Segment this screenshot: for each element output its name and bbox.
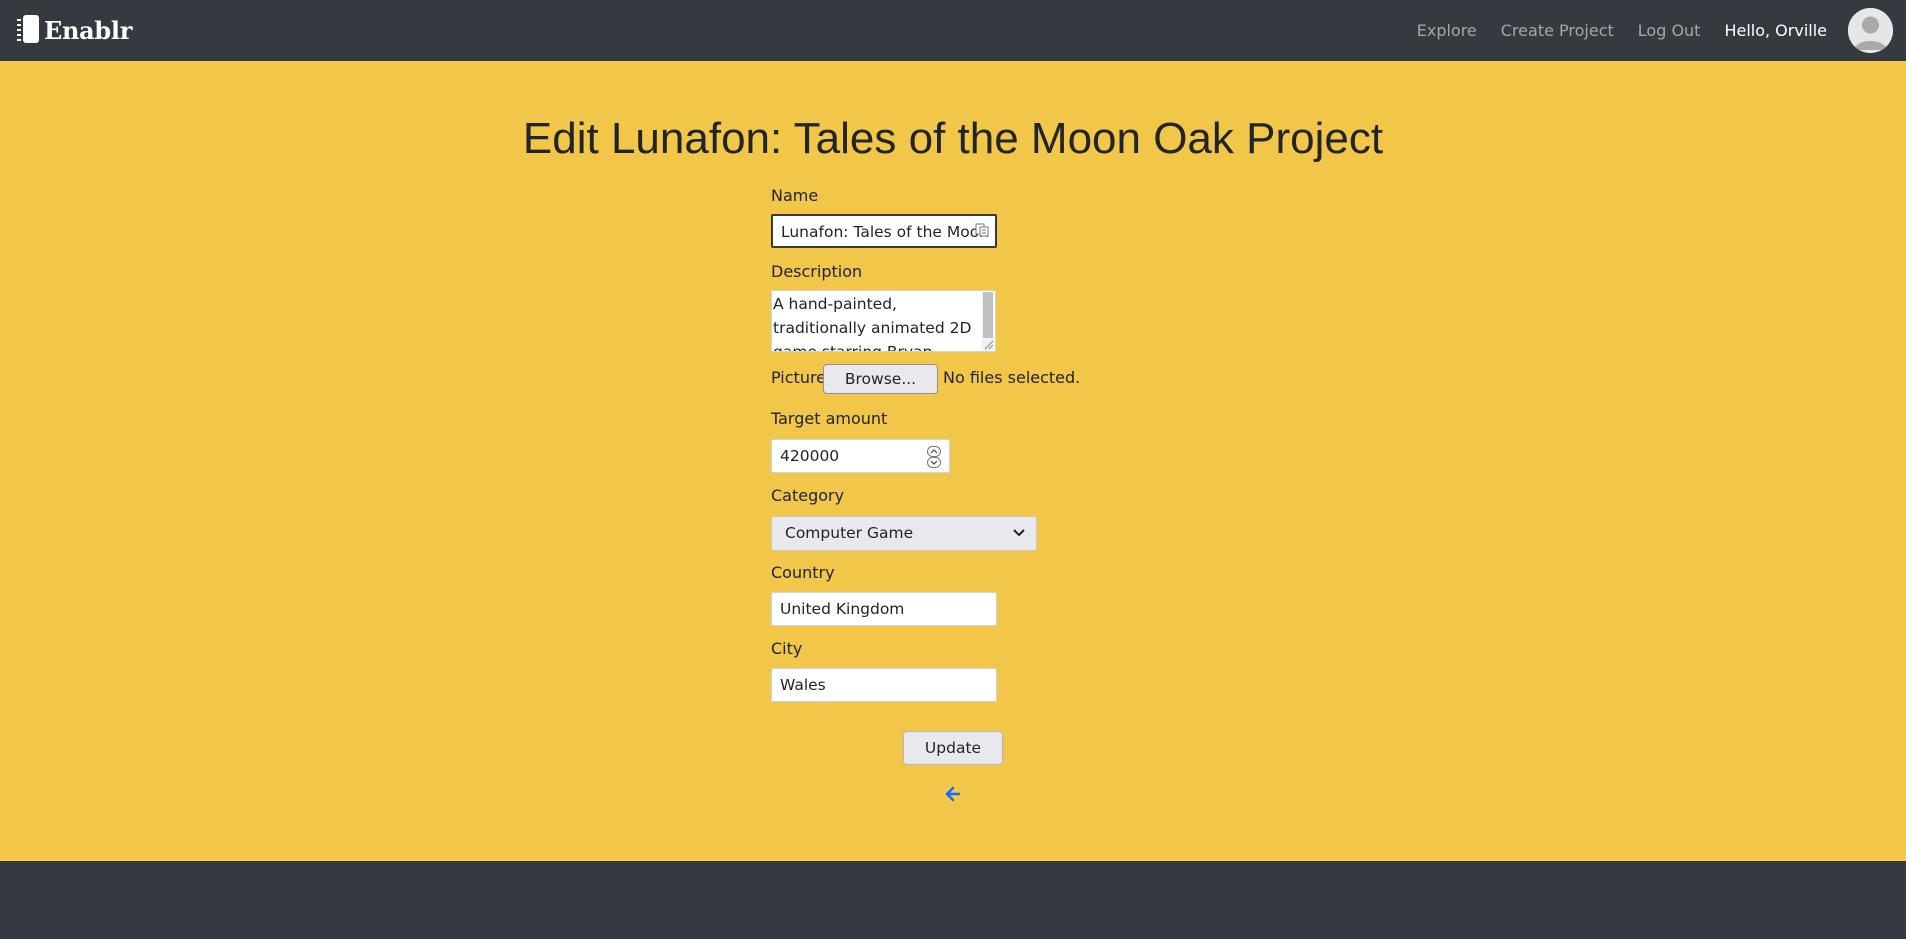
scrollbar-thumb[interactable]	[983, 292, 993, 338]
category-select[interactable]: Computer Game	[771, 516, 1037, 551]
description-label: Description	[771, 262, 863, 281]
resize-handle-icon[interactable]	[982, 338, 994, 350]
picture-label: Picture	[771, 368, 827, 387]
nav-create-project-link[interactable]: Create Project	[1501, 21, 1614, 40]
target-amount-value: 420000	[780, 447, 840, 465]
country-label: Country	[771, 563, 835, 582]
navbar: Enablr Explore Create Project Log Out He…	[0, 0, 1906, 61]
name-value: Lunafon: Tales of the Moon Oak Project	[781, 223, 995, 241]
page-title: Edit Lunafon: Tales of the Moon Oak Proj…	[522, 114, 1384, 163]
update-button[interactable]: Update	[903, 731, 1003, 765]
nav-explore-link[interactable]: Explore	[1417, 21, 1477, 40]
footer	[0, 861, 1906, 939]
country-value: United Kingdom	[780, 600, 905, 618]
target-amount-label: Target amount	[771, 409, 888, 428]
nav-logout-link[interactable]: Log Out	[1638, 21, 1701, 40]
city-label: City	[771, 639, 803, 658]
category-label: Category	[771, 486, 845, 505]
browse-file-button[interactable]: Browse...	[823, 364, 938, 394]
main-content: Edit Lunafon: Tales of the Moon Oak Proj…	[0, 61, 1906, 861]
category-value: Computer Game	[785, 524, 914, 542]
brand-name: Enablr	[44, 15, 133, 45]
name-label: Name	[771, 186, 819, 205]
file-status-text: No files selected.	[943, 368, 1081, 387]
description-value: A hand-painted, traditionally animated 2…	[773, 295, 972, 352]
chevron-down-icon	[1013, 529, 1025, 537]
nav-links: Explore Create Project Log Out Hello, Or…	[1417, 0, 1906, 61]
city-input[interactable]: Wales	[771, 668, 997, 702]
description-textarea[interactable]: A hand-painted, traditionally animated 2…	[771, 290, 996, 352]
brand-link[interactable]: Enablr	[14, 13, 132, 47]
arrow-left-icon[interactable]	[943, 784, 963, 804]
name-field[interactable]: Lunafon: Tales of the Moon Oak Project	[771, 214, 997, 248]
user-greeting: Hello, Orville	[1724, 21, 1827, 40]
number-stepper-icon[interactable]	[927, 446, 941, 468]
city-value: Wales	[780, 676, 826, 694]
target-amount-input[interactable]: 420000	[771, 439, 950, 473]
user-avatar-icon[interactable]	[1848, 8, 1893, 53]
sd-card-icon	[17, 15, 39, 43]
autofill-icon[interactable]	[975, 223, 989, 237]
country-input[interactable]: United Kingdom	[771, 592, 997, 626]
